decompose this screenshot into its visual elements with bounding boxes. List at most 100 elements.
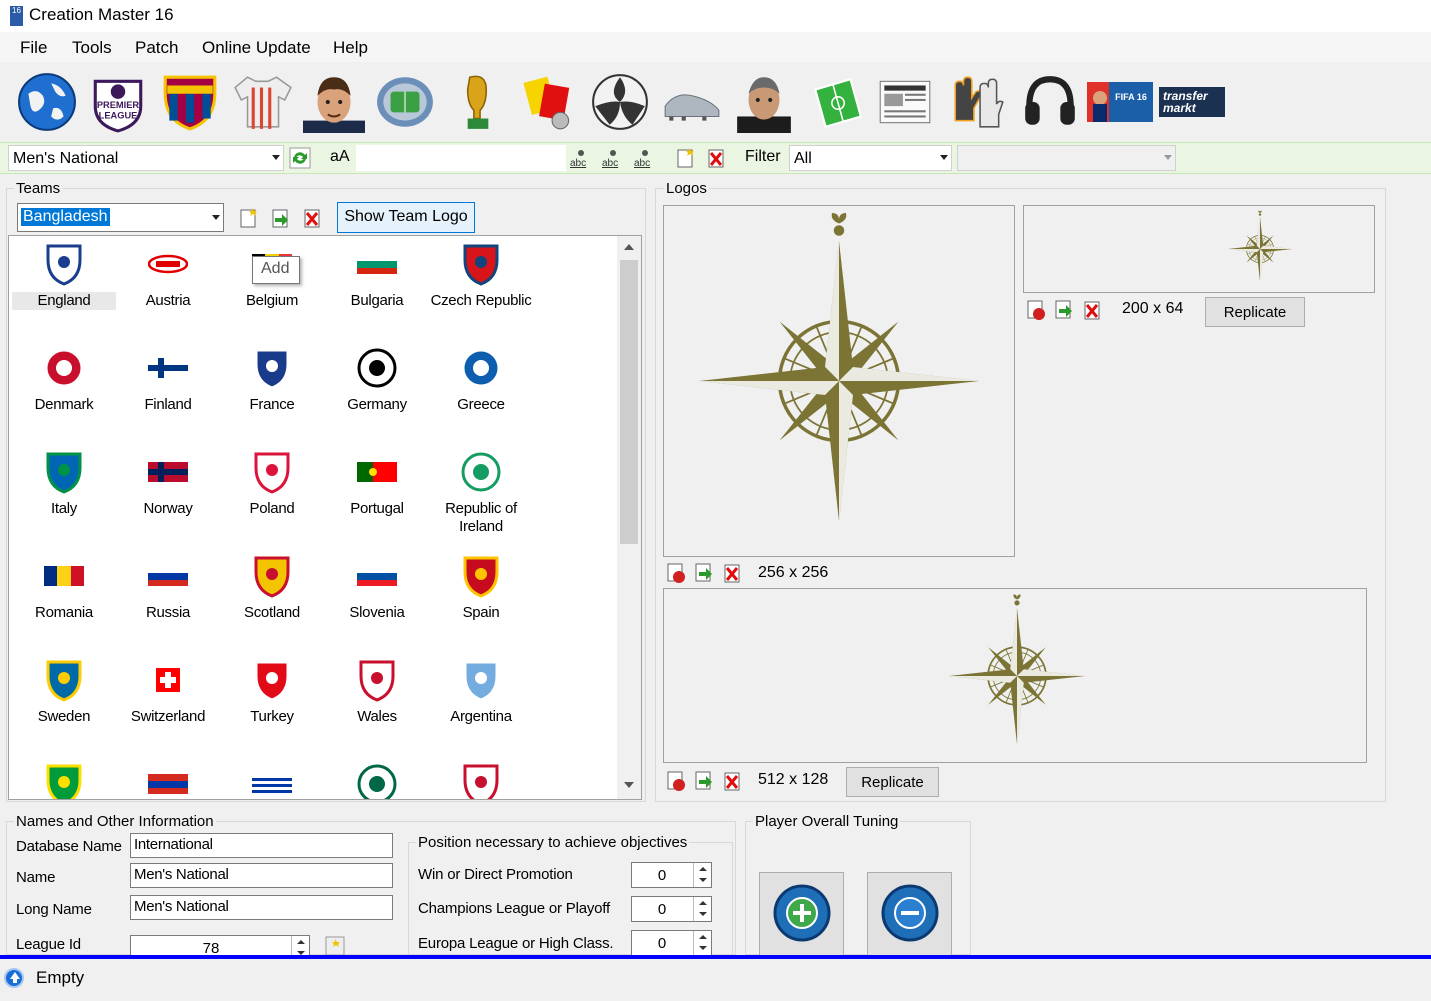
team-item[interactable]: France [220,346,324,414]
team-item[interactable]: Germany [325,346,429,414]
new-item-icon[interactable] [674,147,696,169]
team-item[interactable]: Poland [220,450,324,518]
show-team-logo-button[interactable]: Show Team Logo [337,202,475,233]
team-item[interactable]: Austria [116,242,220,310]
delete-logo-icon[interactable] [721,562,743,584]
team-item[interactable]: Norway [116,450,220,518]
logo-200x64-panel[interactable] [1023,205,1375,293]
scroll-up-icon[interactable] [624,244,634,250]
export-logo-icon[interactable] [693,562,715,584]
team-item[interactable]: England [12,242,116,310]
team-item[interactable] [220,762,324,799]
menu-online-update[interactable]: Online Update [202,38,311,58]
team-logo-icon [357,346,397,390]
team-name: Scotland [244,604,300,621]
menu-patch[interactable]: Patch [135,38,178,58]
world-icon[interactable] [15,68,79,136]
team-select[interactable]: Bangladesh [17,203,224,232]
delete-icon[interactable] [705,147,727,169]
refresh-icon[interactable] [289,147,311,169]
replicate-small-button[interactable]: Replicate [1205,297,1305,327]
premier-league-icon[interactable]: PREMIER LEAGUE [86,68,150,136]
stepper-buttons[interactable] [693,863,711,887]
tuning-decrease-button[interactable] [867,872,952,955]
spell-check-3-icon[interactable]: abc [633,147,655,169]
stepper-buttons[interactable] [693,897,711,921]
menu-tools[interactable]: Tools [72,38,112,58]
team-item[interactable]: Romania [12,554,116,622]
stepper-buttons[interactable] [693,931,711,955]
logo-512x128-panel[interactable] [663,588,1367,763]
manager-icon[interactable] [732,68,796,136]
team-item[interactable]: Czech Republic [429,242,533,310]
team-item[interactable]: Scotland [220,554,324,622]
import-logo-icon[interactable] [665,562,687,584]
objective-stepper-3[interactable]: 0 [631,930,712,956]
team-item[interactable]: Argentina [429,658,533,726]
objective-stepper-1[interactable]: 0 [631,862,712,888]
team-item[interactable]: Portugal [325,450,429,518]
search-input[interactable] [356,145,566,171]
transfermarkt-icon[interactable]: transfer markt [1159,68,1225,136]
boots-icon[interactable] [660,68,724,136]
world-cup-trophy-icon[interactable] [446,68,510,136]
team-item[interactable]: Finland [116,346,220,414]
referee-cards-icon[interactable] [518,68,582,136]
ball-icon[interactable] [588,68,652,136]
league-select[interactable]: Men's National [8,145,284,171]
export-small-logo-icon[interactable] [1053,299,1075,321]
name-field[interactable]: Men's National [130,863,393,888]
team-item[interactable]: Bulgaria [325,242,429,310]
team-item[interactable]: Greece [429,346,533,414]
add-team-icon[interactable] [237,207,259,229]
team-item[interactable] [12,762,116,799]
case-toggle[interactable]: aA [330,148,350,166]
team-item[interactable]: Italy [12,450,116,518]
pitch-icon[interactable] [804,68,868,136]
replicate-wide-button[interactable]: Replicate [846,767,939,797]
team-item[interactable]: Russia [116,554,220,622]
import-small-logo-icon[interactable] [1025,299,1047,321]
logo-256-panel[interactable] [663,205,1015,557]
team-item[interactable] [116,762,220,799]
jersey-icon[interactable] [230,68,294,136]
fcb-crest-icon[interactable] [158,68,222,136]
spell-check-icon[interactable]: abc [569,147,591,169]
import-wide-logo-icon[interactable] [665,770,687,792]
delete-small-logo-icon[interactable] [1081,299,1103,321]
newspaper-icon[interactable] [873,68,937,136]
team-item[interactable] [429,762,533,799]
delete-team-icon[interactable] [301,207,323,229]
objective-stepper-2[interactable]: 0 [631,896,712,922]
scroll-down-icon[interactable] [624,782,634,788]
player-face-icon[interactable] [302,68,366,136]
team-item[interactable]: Slovenia [325,554,429,622]
secondary-filter-select[interactable] [957,145,1176,171]
spell-check-2-icon[interactable]: abc [601,147,623,169]
filter-select[interactable]: All [789,145,952,171]
team-item[interactable]: Switzerland [116,658,220,726]
team-list-scrollbar[interactable] [617,236,641,799]
scroll-thumb[interactable] [620,260,638,544]
team-item[interactable]: Sweden [12,658,116,726]
team-item[interactable]: Spain [429,554,533,622]
chevron-down-icon [1164,155,1172,160]
goalkeeper-gloves-icon[interactable] [946,68,1010,136]
team-item[interactable] [325,762,429,799]
league-id-generate-icon[interactable] [324,935,346,957]
team-item[interactable]: Denmark [12,346,116,414]
fifa-cover-icon[interactable]: FIFA 16 [1087,68,1153,136]
team-item[interactable]: Republic of Ireland [429,450,533,536]
headphones-icon[interactable] [1018,68,1082,136]
export-wide-logo-icon[interactable] [693,770,715,792]
menu-help[interactable]: Help [333,38,368,58]
delete-wide-logo-icon[interactable] [721,770,743,792]
tuning-increase-button[interactable] [759,872,844,955]
long-name-field[interactable]: Men's National [130,895,393,920]
team-item[interactable]: Turkey [220,658,324,726]
stadium-icon[interactable] [373,68,437,136]
menu-file[interactable]: File [20,38,47,58]
team-item[interactable]: Wales [325,658,429,726]
import-team-icon[interactable] [269,207,291,229]
database-name-field[interactable]: International [130,833,393,858]
